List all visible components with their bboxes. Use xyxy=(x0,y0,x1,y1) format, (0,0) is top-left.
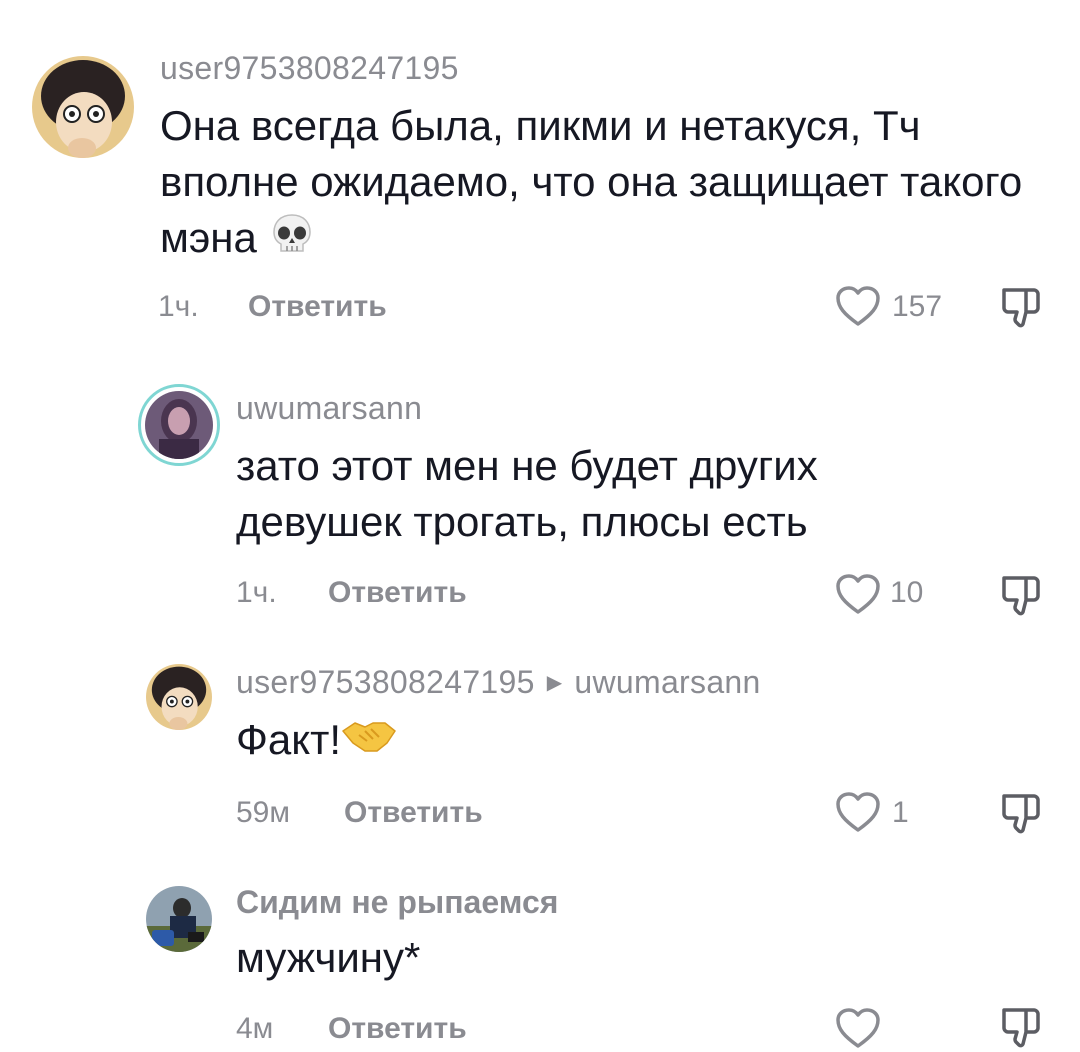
thumbs-down-outline-icon[interactable] xyxy=(998,790,1044,836)
heart-outline-icon[interactable] xyxy=(834,1006,882,1050)
avatar[interactable] xyxy=(146,664,212,730)
reply-arrow-icon: ▶ xyxy=(546,672,563,694)
comment-text: Она всегда была, пикми и нетакуся, Тч вп… xyxy=(160,98,1040,271)
comment-time: 1ч. xyxy=(158,290,199,323)
comment-username[interactable]: uwumarsann xyxy=(236,390,422,427)
reply-button[interactable]: Ответить xyxy=(344,796,483,830)
like-count: 10 xyxy=(890,576,924,609)
thumbs-down-outline-icon[interactable] xyxy=(998,1004,1044,1050)
avatar[interactable] xyxy=(32,56,134,158)
comment-text: мужчину* xyxy=(236,934,421,981)
comment-time: 4м xyxy=(236,1012,274,1045)
thumbs-down-outline-icon[interactable] xyxy=(998,284,1044,330)
comment-username[interactable]: user9753808247195 xyxy=(236,664,535,700)
heart-outline-icon[interactable] xyxy=(834,284,882,328)
heart-outline-icon[interactable] xyxy=(834,790,882,834)
reply-to-username[interactable]: uwumarsann xyxy=(574,664,760,700)
reply-button[interactable]: Ответить xyxy=(328,1012,467,1046)
comment-text-content: Факт! xyxy=(236,716,342,763)
skull-emoji xyxy=(269,211,315,271)
like-count: 157 xyxy=(892,290,943,323)
reply-button[interactable]: Ответить xyxy=(248,290,387,324)
comment-username[interactable]: Сидим не рыпаемся xyxy=(236,884,558,921)
thumbs-down-outline-icon[interactable] xyxy=(998,572,1044,618)
avatar[interactable] xyxy=(138,384,220,466)
comment-username-line: user9753808247195 ▶ uwumarsann xyxy=(236,664,761,701)
handshake-emoji xyxy=(341,715,397,771)
reply-button[interactable]: Ответить xyxy=(328,576,467,610)
comment-text: зато этот мен не будет других девушек тр… xyxy=(236,442,818,545)
comment-time: 1ч. xyxy=(236,576,277,609)
comment-text: Факт! xyxy=(236,712,956,771)
like-count: 1 xyxy=(892,796,909,829)
comment-time: 59м xyxy=(236,796,290,829)
comment-username[interactable]: user9753808247195 xyxy=(160,50,459,87)
heart-outline-icon[interactable] xyxy=(834,572,882,616)
avatar[interactable] xyxy=(146,886,212,952)
